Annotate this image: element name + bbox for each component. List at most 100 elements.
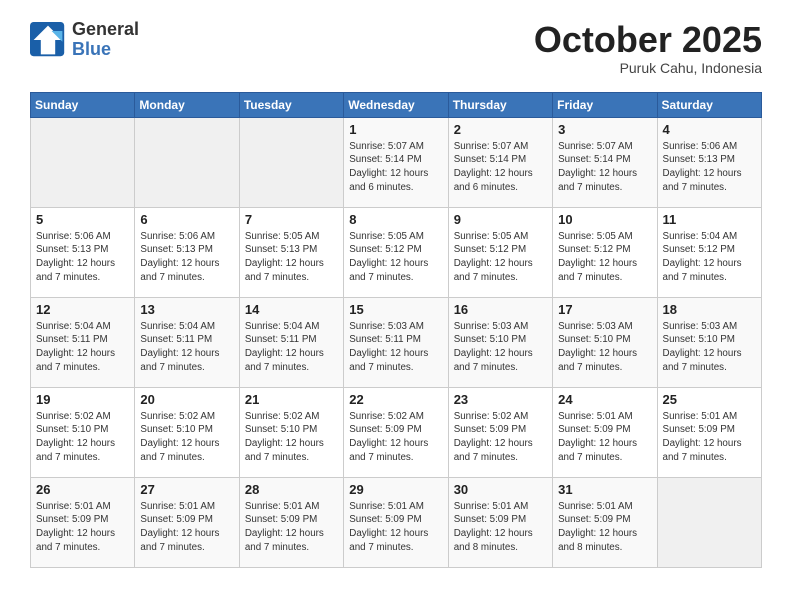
day-number: 16: [454, 302, 547, 317]
calendar-day-cell: 10 Sunrise: 5:05 AM Sunset: 5:12 PM Dayli…: [553, 207, 657, 297]
page-header: General Blue October 2025 Puruk Cahu, In…: [30, 20, 762, 76]
calendar-day-cell: 3 Sunrise: 5:07 AM Sunset: 5:14 PM Daylig…: [553, 117, 657, 207]
weekday-header: Saturday: [657, 92, 761, 117]
logo-icon: [30, 22, 66, 58]
day-number: 9: [454, 212, 547, 227]
day-number: 13: [140, 302, 233, 317]
calendar-day-cell: 12 Sunrise: 5:04 AM Sunset: 5:11 PM Dayli…: [31, 297, 135, 387]
day-info: Sunrise: 5:02 AM Sunset: 5:10 PM Dayligh…: [140, 410, 233, 465]
day-number: 29: [349, 482, 442, 497]
calendar-day-cell: 18 Sunrise: 5:03 AM Sunset: 5:10 PM Dayli…: [657, 297, 761, 387]
calendar-week-row: 12 Sunrise: 5:04 AM Sunset: 5:11 PM Dayli…: [31, 297, 762, 387]
day-info: Sunrise: 5:05 AM Sunset: 5:12 PM Dayligh…: [349, 230, 442, 285]
day-number: 14: [245, 302, 338, 317]
day-info: Sunrise: 5:01 AM Sunset: 5:09 PM Dayligh…: [349, 500, 442, 555]
day-info: Sunrise: 5:05 AM Sunset: 5:13 PM Dayligh…: [245, 230, 338, 285]
day-info: Sunrise: 5:02 AM Sunset: 5:10 PM Dayligh…: [245, 410, 338, 465]
month-title: October 2025: [534, 20, 762, 60]
calendar-day-cell: 14Sunrise: 5:04 AM Sunset: 5:11 PM Dayli…: [239, 297, 343, 387]
calendar-day-cell: 29 Sunrise: 5:01 AM Sunset: 5:09 PM Dayli…: [344, 477, 448, 567]
day-info: Sunrise: 5:04 AM Sunset: 5:11 PM Dayligh…: [140, 320, 233, 375]
weekday-header: Tuesday: [239, 92, 343, 117]
calendar-day-cell: 24 Sunrise: 5:01 AM Sunset: 5:09 PM Dayli…: [553, 387, 657, 477]
calendar-day-cell: 5 Sunrise: 5:06 AM Sunset: 5:13 PM Daylig…: [31, 207, 135, 297]
day-number: 12: [36, 302, 129, 317]
calendar-day-cell: 13 Sunrise: 5:04 AM Sunset: 5:11 PM Dayli…: [135, 297, 239, 387]
day-info: Sunrise: 5:04 AM Sunset: 5:11 PM Dayligh…: [36, 320, 129, 375]
calendar-week-row: 19Sunrise: 5:02 AM Sunset: 5:10 PM Dayli…: [31, 387, 762, 477]
logo: General Blue: [30, 20, 139, 60]
calendar-week-row: 5 Sunrise: 5:06 AM Sunset: 5:13 PM Daylig…: [31, 207, 762, 297]
day-info: Sunrise: 5:07 AM Sunset: 5:14 PM Dayligh…: [454, 140, 547, 195]
day-number: 15: [349, 302, 442, 317]
logo-text: General Blue: [72, 20, 139, 60]
day-info: Sunrise: 5:01 AM Sunset: 5:09 PM Dayligh…: [454, 500, 547, 555]
day-info: Sunrise: 5:06 AM Sunset: 5:13 PM Dayligh…: [36, 230, 129, 285]
weekday-header: Wednesday: [344, 92, 448, 117]
day-info: Sunrise: 5:01 AM Sunset: 5:09 PM Dayligh…: [140, 500, 233, 555]
day-number: 2: [454, 122, 547, 137]
calendar-header-row: SundayMondayTuesdayWednesdayThursdayFrid…: [31, 92, 762, 117]
day-number: 17: [558, 302, 651, 317]
day-number: 5: [36, 212, 129, 227]
day-info: Sunrise: 5:07 AM Sunset: 5:14 PM Dayligh…: [558, 140, 651, 195]
logo-line1: General: [72, 20, 139, 40]
day-info: Sunrise: 5:07 AM Sunset: 5:14 PM Dayligh…: [349, 140, 442, 195]
day-info: Sunrise: 5:03 AM Sunset: 5:10 PM Dayligh…: [663, 320, 756, 375]
day-info: Sunrise: 5:03 AM Sunset: 5:10 PM Dayligh…: [454, 320, 547, 375]
calendar-day-cell: 19Sunrise: 5:02 AM Sunset: 5:10 PM Dayli…: [31, 387, 135, 477]
calendar-day-cell: 2 Sunrise: 5:07 AM Sunset: 5:14 PM Daylig…: [448, 117, 552, 207]
calendar-day-cell: 4Sunrise: 5:06 AM Sunset: 5:13 PM Daylig…: [657, 117, 761, 207]
day-number: 7: [245, 212, 338, 227]
day-info: Sunrise: 5:01 AM Sunset: 5:09 PM Dayligh…: [36, 500, 129, 555]
title-block: October 2025 Puruk Cahu, Indonesia: [534, 20, 762, 76]
day-info: Sunrise: 5:02 AM Sunset: 5:09 PM Dayligh…: [349, 410, 442, 465]
day-number: 20: [140, 392, 233, 407]
day-info: Sunrise: 5:03 AM Sunset: 5:10 PM Dayligh…: [558, 320, 651, 375]
day-number: 28: [245, 482, 338, 497]
calendar-day-cell: 11 Sunrise: 5:04 AM Sunset: 5:12 PM Dayli…: [657, 207, 761, 297]
calendar-day-cell: 9Sunrise: 5:05 AM Sunset: 5:12 PM Daylig…: [448, 207, 552, 297]
day-number: 24: [558, 392, 651, 407]
day-info: Sunrise: 5:01 AM Sunset: 5:09 PM Dayligh…: [558, 410, 651, 465]
calendar-week-row: 26 Sunrise: 5:01 AM Sunset: 5:09 PM Dayli…: [31, 477, 762, 567]
day-number: 10: [558, 212, 651, 227]
day-number: 8: [349, 212, 442, 227]
calendar-day-cell: [31, 117, 135, 207]
calendar-day-cell: 27Sunrise: 5:01 AM Sunset: 5:09 PM Dayli…: [135, 477, 239, 567]
weekday-header: Friday: [553, 92, 657, 117]
logo-line2: Blue: [72, 40, 139, 60]
calendar-day-cell: 1 Sunrise: 5:07 AM Sunset: 5:14 PM Daylig…: [344, 117, 448, 207]
day-number: 1: [349, 122, 442, 137]
calendar-day-cell: 6 Sunrise: 5:06 AM Sunset: 5:13 PM Daylig…: [135, 207, 239, 297]
day-number: 11: [663, 212, 756, 227]
day-info: Sunrise: 5:06 AM Sunset: 5:13 PM Dayligh…: [140, 230, 233, 285]
calendar-day-cell: 30Sunrise: 5:01 AM Sunset: 5:09 PM Dayli…: [448, 477, 552, 567]
calendar-day-cell: 16 Sunrise: 5:03 AM Sunset: 5:10 PM Dayli…: [448, 297, 552, 387]
calendar-day-cell: 25Sunrise: 5:01 AM Sunset: 5:09 PM Dayli…: [657, 387, 761, 477]
calendar-day-cell: 20 Sunrise: 5:02 AM Sunset: 5:10 PM Dayli…: [135, 387, 239, 477]
day-number: 6: [140, 212, 233, 227]
day-number: 22: [349, 392, 442, 407]
day-info: Sunrise: 5:05 AM Sunset: 5:12 PM Dayligh…: [558, 230, 651, 285]
calendar-day-cell: 17 Sunrise: 5:03 AM Sunset: 5:10 PM Dayli…: [553, 297, 657, 387]
day-info: Sunrise: 5:01 AM Sunset: 5:09 PM Dayligh…: [558, 500, 651, 555]
day-number: 23: [454, 392, 547, 407]
day-info: Sunrise: 5:06 AM Sunset: 5:13 PM Dayligh…: [663, 140, 756, 195]
day-number: 25: [663, 392, 756, 407]
calendar-day-cell: 8 Sunrise: 5:05 AM Sunset: 5:12 PM Daylig…: [344, 207, 448, 297]
calendar-day-cell: [239, 117, 343, 207]
weekday-header: Thursday: [448, 92, 552, 117]
calendar-day-cell: [657, 477, 761, 567]
day-number: 3: [558, 122, 651, 137]
day-number: 18: [663, 302, 756, 317]
calendar-day-cell: [135, 117, 239, 207]
weekday-header: Sunday: [31, 92, 135, 117]
calendar-day-cell: 21Sunrise: 5:02 AM Sunset: 5:10 PM Dayli…: [239, 387, 343, 477]
calendar-day-cell: 15Sunrise: 5:03 AM Sunset: 5:11 PM Dayli…: [344, 297, 448, 387]
calendar-day-cell: 23Sunrise: 5:02 AM Sunset: 5:09 PM Dayli…: [448, 387, 552, 477]
day-info: Sunrise: 5:02 AM Sunset: 5:10 PM Dayligh…: [36, 410, 129, 465]
day-info: Sunrise: 5:04 AM Sunset: 5:12 PM Dayligh…: [663, 230, 756, 285]
calendar-week-row: 1 Sunrise: 5:07 AM Sunset: 5:14 PM Daylig…: [31, 117, 762, 207]
day-number: 26: [36, 482, 129, 497]
